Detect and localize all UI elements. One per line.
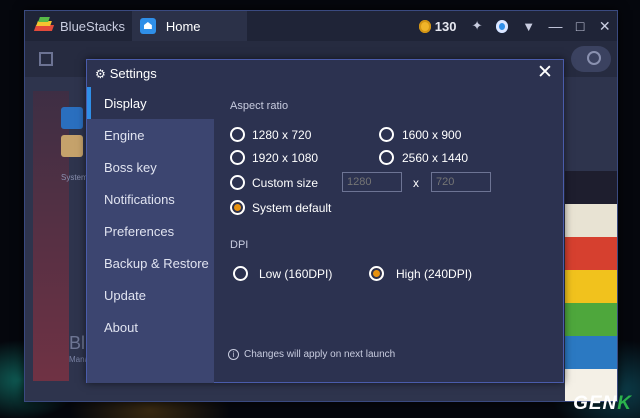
minimize-icon[interactable]: — [543, 18, 568, 34]
radio-system-default[interactable] [230, 200, 245, 215]
radio-1600x900[interactable] [379, 127, 394, 142]
close-settings-button[interactable]: ✕ [535, 63, 555, 83]
sidebar-item-preferences[interactable]: Preferences [87, 215, 214, 247]
radio-custom-size[interactable] [230, 175, 245, 190]
sidebar-item-backup-restore[interactable]: Backup & Restore [87, 247, 214, 279]
sidebar-item-notifications[interactable]: Notifications [87, 183, 214, 215]
settings-header: ⚙ Settings ✕ [87, 60, 563, 87]
restart-note-text: Changes will apply on next launch [244, 349, 396, 360]
radio-system-default-label[interactable]: System default [252, 201, 331, 215]
gear-icon: ⚙ [95, 66, 106, 81]
genk-watermark-logo: GENK [573, 393, 632, 415]
app-name: BlueStacks [60, 18, 126, 34]
home-icon [139, 18, 156, 34]
settings-dialog: ⚙ Settings ✕ Display Engine Boss key Not… [86, 59, 564, 383]
restart-note: i Changes will apply on next launch [228, 349, 395, 360]
size-separator: x [413, 176, 419, 190]
close-icon[interactable]: ✕ [592, 18, 617, 35]
radio-1600x900-label[interactable]: 1600 x 900 [402, 128, 461, 142]
watermark-suffix: K [617, 393, 632, 414]
display-panel: Aspect ratio 1280 x 720 1600 x 900 1920 … [214, 87, 564, 383]
custom-height-input[interactable] [431, 172, 491, 192]
radio-low-dpi-label[interactable]: Low (160DPI) [259, 267, 332, 281]
pin-icon[interactable]: ✦ [471, 18, 484, 34]
radio-1920x1080-label[interactable]: 1920 x 1080 [252, 151, 318, 165]
radio-high-dpi[interactable] [369, 266, 384, 281]
title-bar: BlueStacks Home 130 ✦ ▼ — □ ✕ [25, 11, 617, 41]
radio-high-dpi-label[interactable]: High (240DPI) [396, 267, 472, 281]
coin-count[interactable]: 130 [435, 19, 457, 34]
info-icon: i [228, 349, 239, 360]
app-icon[interactable] [61, 107, 83, 129]
radio-low-dpi[interactable] [233, 266, 248, 281]
bluestacks-logo-icon [33, 17, 55, 33]
radio-1280x720[interactable] [230, 127, 245, 142]
settings-sidebar: Display Engine Boss key Notifications Pr… [87, 87, 214, 383]
sidebar-item-boss-key[interactable]: Boss key [87, 151, 214, 183]
search-icon [587, 51, 601, 65]
game-banner-stripes [565, 171, 617, 401]
radio-1920x1080[interactable] [230, 150, 245, 165]
sidebar-item-display[interactable]: Display [87, 87, 214, 119]
settings-title: Settings [109, 66, 157, 81]
maximize-icon[interactable]: □ [568, 18, 593, 34]
account-icon[interactable] [495, 19, 509, 33]
sidebar-item-update[interactable]: Update [87, 279, 214, 311]
menu-icon[interactable]: ▼ [522, 19, 535, 34]
radio-1280x720-label[interactable]: 1280 x 720 [252, 128, 311, 142]
dpi-title: DPI [230, 239, 249, 251]
custom-width-input[interactable] [342, 172, 402, 192]
watermark-prefix: GEN [573, 393, 618, 414]
system-apps-label: System [61, 173, 88, 182]
camera-app-icon[interactable] [61, 135, 83, 157]
tab-home-label: Home [165, 18, 201, 34]
radio-2560x1440[interactable] [379, 150, 394, 165]
radio-custom-size-label[interactable]: Custom size [252, 176, 318, 190]
coin-icon[interactable] [418, 19, 431, 33]
apps-grid-icon[interactable] [39, 52, 53, 66]
sidebar-item-engine[interactable]: Engine [87, 119, 214, 151]
aspect-ratio-title: Aspect ratio [230, 100, 289, 112]
tab-home[interactable]: Home [131, 11, 247, 41]
sidebar-item-about[interactable]: About [87, 311, 214, 343]
radio-2560x1440-label[interactable]: 2560 x 1440 [402, 151, 468, 165]
